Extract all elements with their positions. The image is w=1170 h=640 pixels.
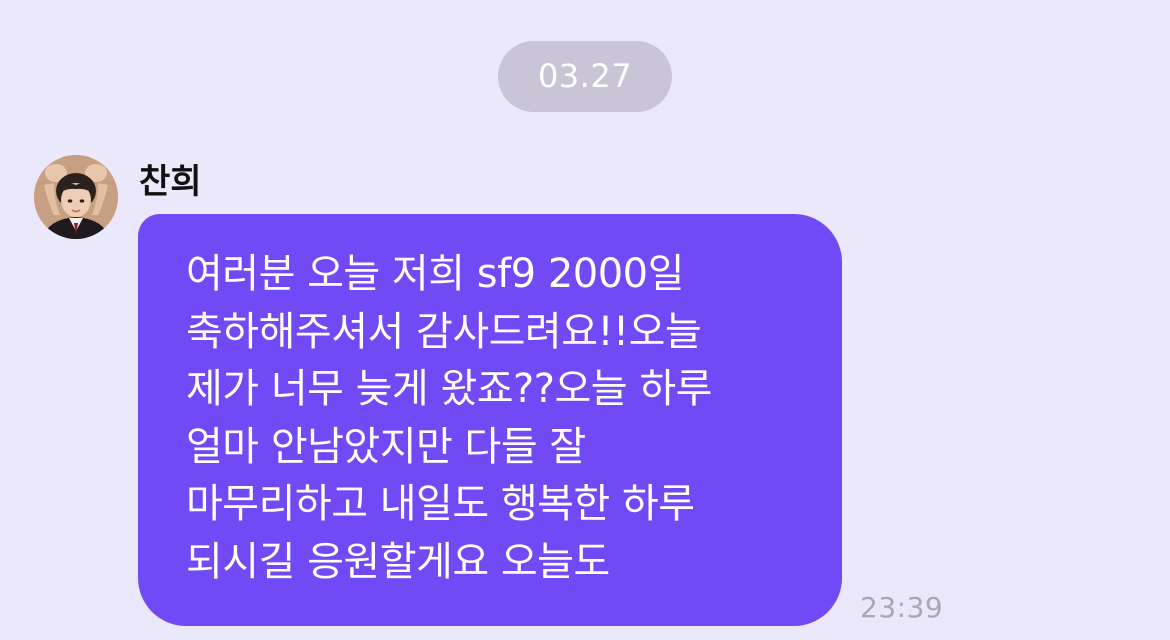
message-line: 여러분 오늘 저희 sf9 2000일	[186, 251, 684, 297]
avatar-photo-icon	[34, 155, 118, 239]
sender-name: 찬희	[139, 162, 202, 202]
message-line: 제가 너무 늦게 왔죠??오늘 하루	[186, 366, 712, 412]
message-line: 얼마 안남았지만 다들 잘	[186, 423, 586, 470]
message-line: 마무리하고 내일도 행복한 하루	[186, 481, 695, 527]
message-timestamp: 23:39	[860, 591, 944, 624]
date-divider: 03.27	[498, 41, 672, 112]
message-line: 축하해주셔서 감사드려요!!오늘	[186, 308, 702, 355]
sender-avatar[interactable]	[34, 155, 118, 239]
message-bubble[interactable]: 여러분 오늘 저희 sf9 2000일 축하해주셔서 감사드려요!!오늘 제가 …	[138, 214, 842, 626]
message-line: 되시길 응원할게요 오늘도	[186, 538, 610, 585]
